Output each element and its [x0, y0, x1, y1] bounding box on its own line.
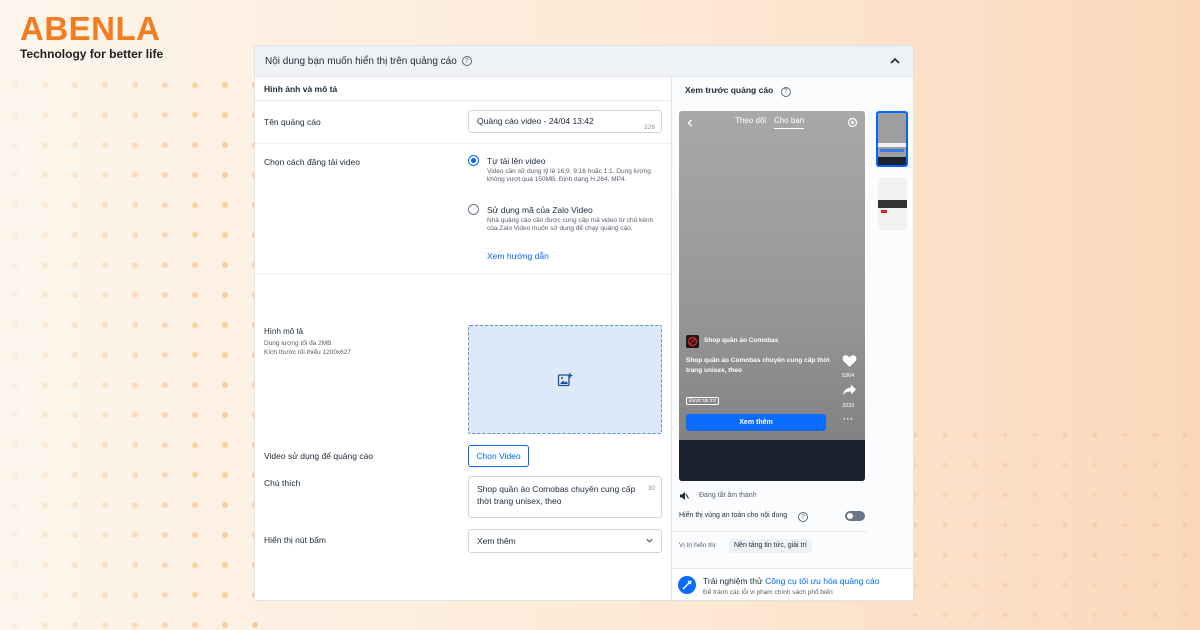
tip-prefix: Trải nghiệm thử — [703, 576, 766, 586]
chevron-up-icon[interactable] — [889, 55, 901, 67]
tab-following[interactable]: Theo dõi — [735, 116, 766, 125]
help-icon[interactable]: ? — [461, 56, 472, 66]
phone-preview: Theo dõi Cho bạn Shop quần áo Comobas Sh… — [679, 111, 865, 481]
panel-header[interactable]: Nội dung bạn muốn hiển thị trên quảng cá… — [255, 46, 913, 77]
help-icon[interactable]: ? — [780, 86, 791, 97]
heart-icon — [842, 355, 857, 367]
section-title: Hình ảnh và mô tả — [255, 77, 671, 101]
tip-text: Trải nghiệm thử Công cụ tối ưu hóa quảng… — [703, 576, 879, 586]
add-image-icon — [557, 372, 573, 386]
preview-title-text: Xem trước quảng cáo — [685, 85, 774, 95]
safe-zone-toggle[interactable] — [845, 511, 865, 521]
brand-logo: ABENLA Technology for better life — [20, 10, 164, 62]
shop-logo-icon — [687, 336, 698, 347]
placement-chip: Nền tảng tin tức, giải trí — [729, 539, 812, 553]
chevron-down-icon — [646, 538, 653, 543]
preview-caption: Shop quần áo Comobas chuyên cung cấp thờ… — [686, 357, 830, 374]
ad-preview: Xem trước quảng cáo ? Theo dõi Cho bạn S… — [671, 77, 913, 600]
ad-name-row: Tên quảng cáo Quảng cáo video - 24/04 13… — [255, 101, 671, 144]
shop-avatar — [686, 335, 699, 348]
safe-zone-label: Hiển thị vùng an toàn cho nội dung — [679, 512, 788, 519]
preview-thumbnail-video[interactable] — [876, 111, 908, 167]
ad-form: Hình ảnh và mô tả Tên quảng cáo Quảng cá… — [255, 77, 671, 600]
share-icon — [843, 384, 856, 396]
tab-for-you[interactable]: Cho bạn — [774, 116, 805, 129]
sound-status: Đang tắt âm thanh — [699, 492, 757, 499]
guide-link[interactable]: Xem hướng dẫn — [487, 251, 549, 261]
ad-name-input[interactable]: Quảng cáo video - 24/04 13:42 226 — [468, 110, 662, 133]
divider — [672, 531, 868, 532]
cta-label: Hiển thị nút bấm — [264, 535, 326, 545]
optimize-icon — [678, 576, 696, 594]
upload-self-radio[interactable] — [468, 155, 479, 166]
ad-name-label: Tên quảng cáo — [264, 117, 321, 127]
shop-name: Shop quần áo Comobas — [704, 337, 779, 344]
image-upload-area[interactable] — [468, 325, 662, 434]
zalo-video-radio[interactable] — [468, 204, 479, 215]
caption-value: Shop quần áo Comobas chuyên cung cấp thờ… — [477, 484, 636, 506]
sponsored-badge: Được tài trợ — [686, 397, 720, 405]
phone-bottom-bar — [679, 440, 865, 481]
caption-counter: 30 — [647, 485, 655, 492]
more-icon: ··· — [843, 414, 854, 424]
tip-sub: Để tránh các lỗi vi phạm chính sách phổ … — [703, 589, 833, 596]
caption-textarea[interactable]: Shop quần áo Comobas chuyên cung cấp thờ… — [468, 476, 662, 518]
optimization-tip: Trải nghiệm thử Công cụ tối ưu hóa quảng… — [672, 568, 913, 600]
mute-icon[interactable] — [679, 491, 689, 501]
description-image-label: Hình mô tả — [264, 327, 304, 336]
upload-method-row: Chọn cách đăng tải video Tự tải lên vide… — [255, 144, 671, 275]
brand-tagline: Technology for better life — [20, 47, 164, 61]
preview-cta-button[interactable]: Xem thêm — [686, 414, 826, 431]
decorative-dots — [0, 70, 260, 630]
ad-content-panel: Nội dung bạn muốn hiển thị trên quảng cá… — [254, 45, 914, 601]
choose-video-button[interactable]: Chọn Video — [468, 445, 529, 467]
preview-title: Xem trước quảng cáo ? — [685, 85, 791, 97]
panel-title: Nội dung bạn muốn hiển thị trên quảng cá… — [265, 55, 457, 67]
decorative-dots-right — [900, 420, 1200, 630]
settings-icon — [847, 117, 858, 128]
zalo-video-desc: Nhà quảng cáo cần được cung cấp mã video… — [487, 217, 654, 232]
optimization-tool-link[interactable]: Công cụ tối ưu hóa quảng cáo — [765, 576, 879, 586]
ad-name-value: Quảng cáo video - 24/04 13:42 — [477, 116, 594, 126]
zalo-video-title: Sử dụng mã của Zalo Video — [487, 205, 593, 215]
shares-count: 3333 — [842, 403, 855, 409]
back-icon — [687, 119, 692, 127]
brand-name: ABENLA — [20, 10, 161, 47]
caption-label: Chú thích — [264, 478, 301, 488]
preview-thumbnail-feed[interactable] — [878, 178, 907, 230]
help-icon[interactable]: ? — [798, 512, 808, 522]
upload-method-label: Chọn cách đăng tải video — [264, 157, 360, 167]
ad-name-counter: 226 — [644, 124, 655, 131]
placement-label: Vị trí hiển thị: — [679, 542, 717, 549]
likes-count: 5364 — [842, 373, 855, 379]
video-label: Video sử dụng để quảng cáo — [264, 451, 374, 461]
cta-select[interactable]: Xem thêm — [468, 529, 662, 553]
description-image-dimension: Kích thước tối thiểu 1200x627 — [264, 349, 352, 356]
upload-self-desc: Video cần sử dụng tỷ lệ 16:9, 9:16 hoặc … — [487, 168, 651, 183]
description-image-size: Dung lượng tối đa 2MB — [264, 340, 332, 347]
cta-value: Xem thêm — [477, 536, 516, 546]
upload-self-title: Tự tải lên video — [487, 156, 546, 166]
